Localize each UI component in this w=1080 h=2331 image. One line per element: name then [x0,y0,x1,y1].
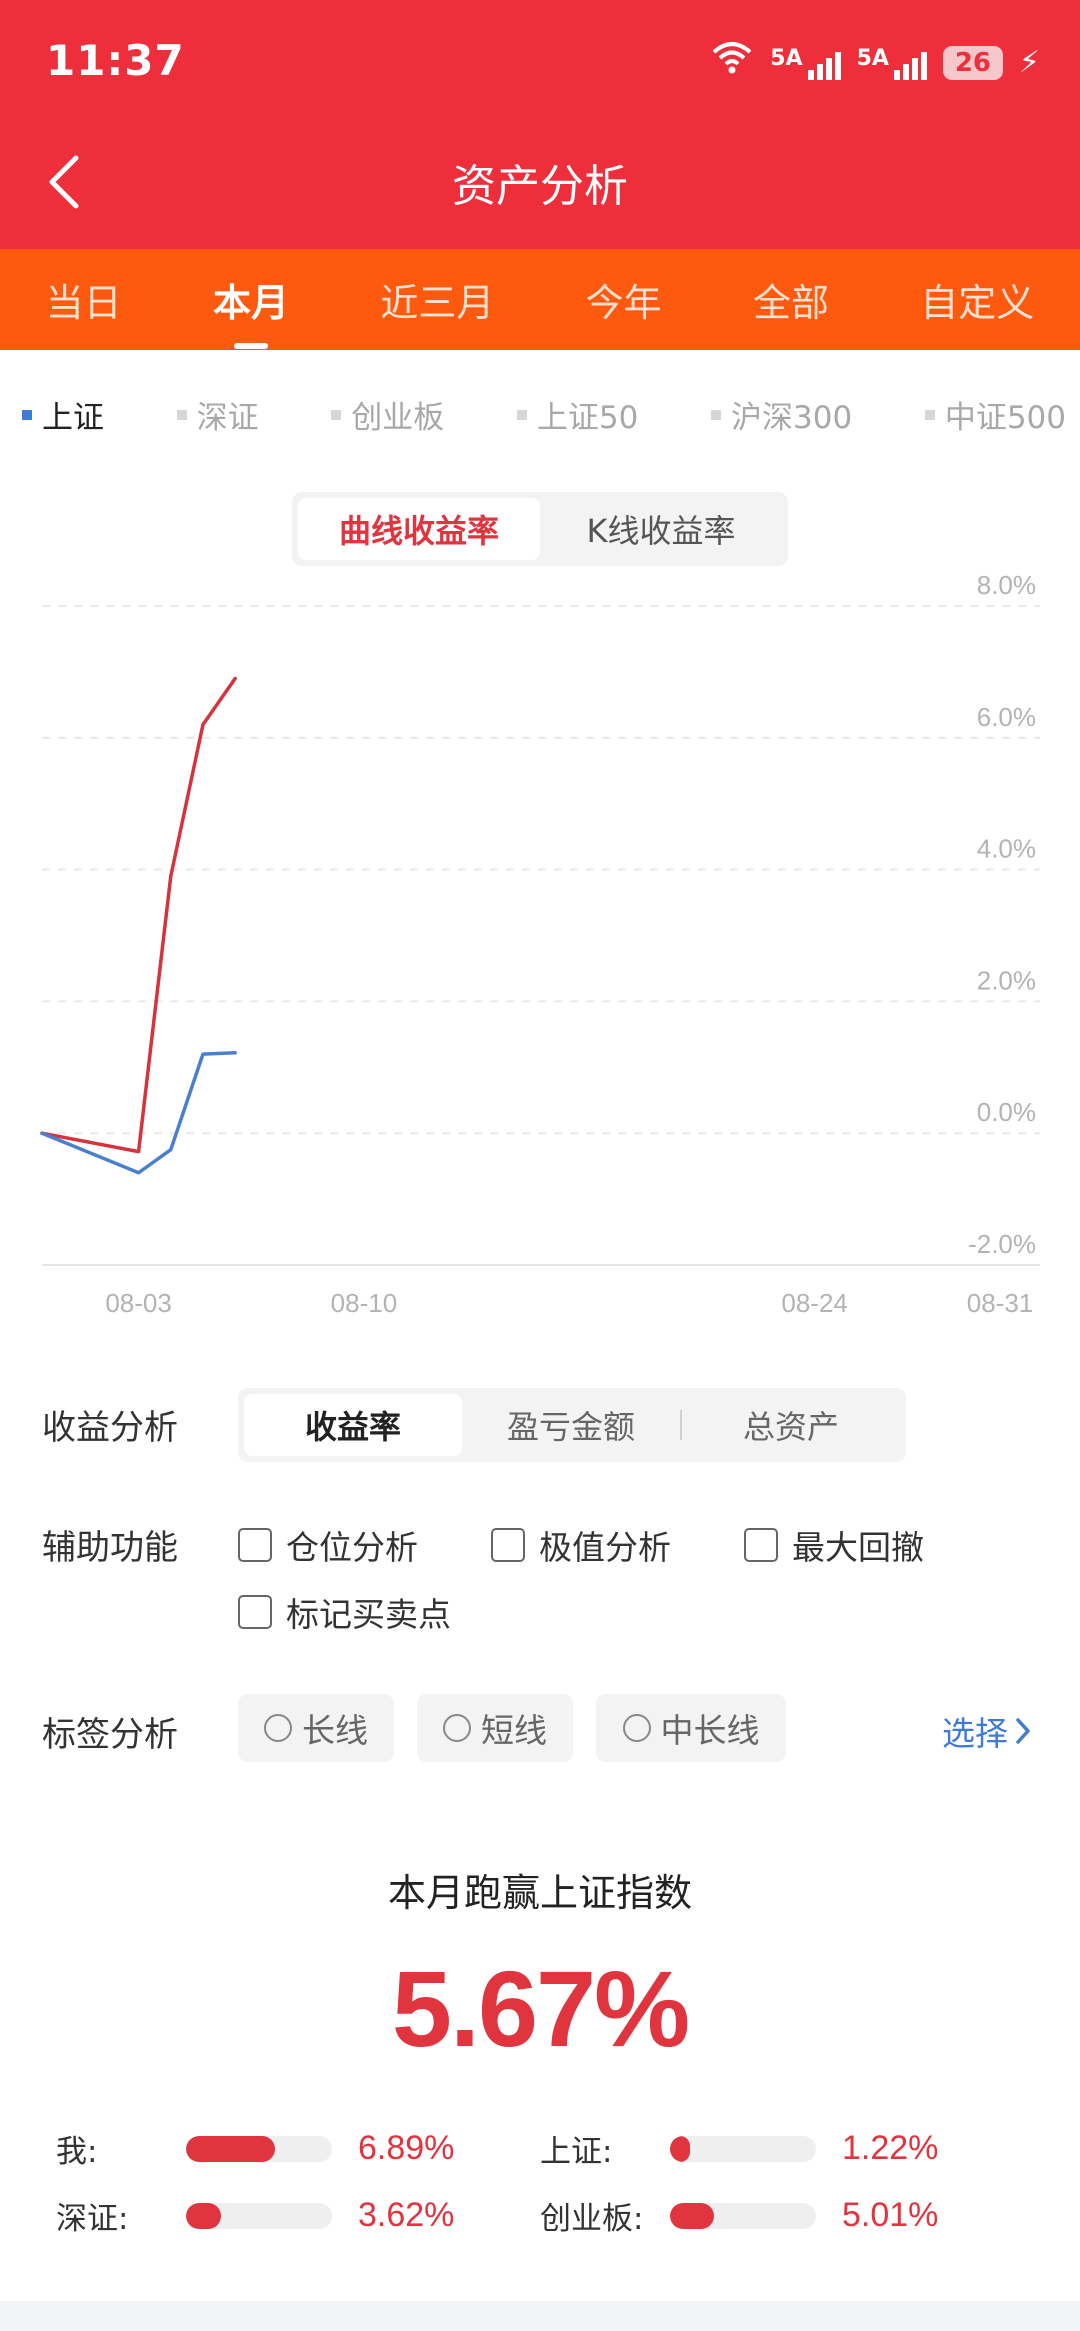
wifi-icon [710,40,754,85]
x-tick-label: 08-24 [781,1288,848,1318]
compare-shenzhen: 深证: 3.62% [56,2196,455,2237]
status-icons: 5A 5A 26 ⚡ [710,40,1040,85]
x-tick-label: 08-10 [331,1288,398,1318]
select-tags-link[interactable]: 选择 [942,1707,1032,1755]
radio-icon [264,1714,292,1742]
checkbox-box [238,1595,272,1629]
tag-mid-long-term[interactable]: 中长线 [596,1694,786,1762]
tab-today[interactable]: 当日 [40,272,128,327]
max-drawdown-checkbox[interactable]: 最大回撤 [744,1521,924,1569]
legend-dot [516,409,527,420]
y-tick-label: 0.0% [977,1097,1036,1127]
extreme-analysis-checkbox[interactable]: 极值分析 [491,1521,671,1569]
legend-item-shenzhen[interactable]: 深证 [176,392,259,437]
progress-bar [670,2135,816,2162]
progress-fill [186,2135,276,2162]
analysis-segment: 收益率 盈亏金额 总资产 [238,1388,906,1462]
return-chart: 8.0% 6.0% 4.0% 2.0% 0.0% -2.0% 08-03 08-10 08-24… [40,570,1040,1318]
checkbox-box [238,1528,272,1562]
battery-icon: 26 [942,45,1003,80]
return-rate-tab[interactable]: 收益率 [244,1394,462,1456]
compare-mine: 我: 6.89% [56,2129,455,2170]
tab-custom[interactable]: 自定义 [914,272,1040,327]
x-tick-label: 08-03 [105,1288,172,1318]
progress-bar [186,2202,332,2229]
trade-points-checkbox[interactable]: 标记买卖点 [238,1588,451,1636]
legend-item-sse50[interactable]: 上证50 [516,392,638,437]
legend-item-shanghai[interactable]: 上证 [22,392,104,437]
page-title: 资产分析 [452,161,628,212]
tag-long-term[interactable]: 长线 [238,1694,394,1762]
series-line-mine [40,676,237,1154]
status-time: 11:37 [46,36,185,85]
tab-three-months[interactable]: 近三月 [374,272,500,327]
legend-item-csi300[interactable]: 沪深300 [711,392,852,437]
y-tick-label: 6.0% [977,702,1036,732]
outperform-title: 本月跑赢上证指数 [387,1871,692,1915]
radio-icon [443,1714,471,1742]
legend-dot [711,409,722,420]
y-tick-label: -2.0% [968,1229,1036,1259]
signal-icon: 5A [857,46,927,80]
period-tabs: 当日 本月 近三月 今年 全部 自定义 [0,249,1080,350]
signal-icon: 5A [770,46,841,80]
x-tick-label: 08-31 [967,1288,1034,1318]
y-tick-label: 8.0% [977,570,1036,600]
series-line-index [40,1051,237,1175]
total-assets-tab[interactable]: 总资产 [682,1394,900,1456]
checkbox-box [744,1528,778,1562]
tab-this-year[interactable]: 今年 [580,272,668,327]
legend-dot [176,409,187,420]
progress-fill [670,2135,691,2162]
compare-shanghai: 上证: 1.22% [540,2129,939,2170]
charging-icon: ⚡ [1018,45,1040,80]
legend-dot [331,409,342,420]
legend-dot [22,409,32,420]
bottom-strip [0,2301,1080,2331]
aux-label: 辅助功能 [42,1528,178,1568]
tags-label: 标签分析 [42,1715,178,1755]
tag-short-term[interactable]: 短线 [417,1694,573,1762]
progress-fill [186,2202,222,2229]
progress-fill [670,2202,714,2229]
chevron-right-icon [1016,1718,1030,1744]
analysis-label: 收益分析 [42,1408,178,1448]
curve-return-tab[interactable]: 曲线收益率 [298,498,540,560]
outperform-value: 5.67% [391,1948,690,2069]
radio-icon [622,1714,651,1742]
compare-chinext: 创业板: 5.01% [540,2196,939,2237]
top-bar: 11:37 5A 5A 26 ⚡ 资产分析 [0,0,1080,249]
kline-return-tab[interactable]: K线收益率 [540,498,782,560]
tab-this-month[interactable]: 本月 [207,272,295,349]
tab-all[interactable]: 全部 [747,272,835,327]
legend-dot [924,409,935,420]
position-analysis-checkbox[interactable]: 仓位分析 [238,1521,418,1569]
chart-type-toggle: 曲线收益率 K线收益率 [292,492,788,566]
checkbox-box [491,1528,525,1562]
progress-bar [670,2202,816,2229]
profit-amount-tab[interactable]: 盈亏金额 [462,1394,680,1456]
index-legend: 上证 深证 创业板 上证50 沪深300 中证500 [22,392,1066,437]
progress-bar [186,2135,332,2162]
y-tick-label: 4.0% [977,834,1036,864]
legend-item-csi500[interactable]: 中证500 [924,392,1066,437]
legend-item-chinext[interactable]: 创业板 [331,392,444,437]
y-tick-label: 2.0% [977,965,1036,995]
